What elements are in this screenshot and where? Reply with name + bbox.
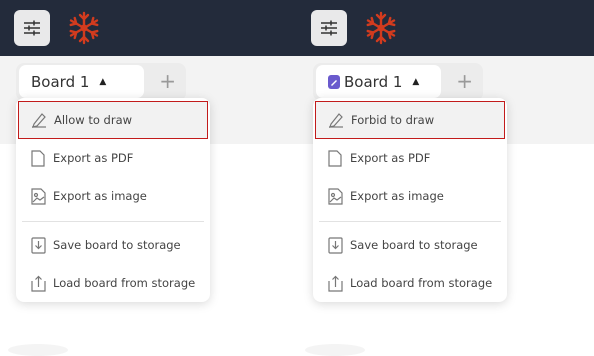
caret-up-icon[interactable]: ▲ (99, 77, 106, 87)
menu-item-export-pdf[interactable]: Export as PDF (313, 139, 507, 177)
board-tab[interactable]: Board 1 ▲ (316, 65, 441, 98)
board-tab-label: Board 1 (31, 72, 90, 91)
snowflake-icon (69, 11, 99, 45)
menu-divider (319, 221, 501, 222)
settings-button[interactable] (14, 10, 50, 46)
pen-icon (328, 111, 344, 129)
menu-item-toggle-draw[interactable]: Allow to draw (18, 101, 208, 139)
menu-item-label: Save board to storage (350, 238, 478, 252)
file-icon (327, 149, 343, 167)
faint-shadow (8, 344, 68, 356)
menu-item-save-storage[interactable]: Save board to storage (313, 226, 507, 264)
board-menu: Forbid to draw Export as PDF Export as i… (313, 98, 507, 302)
menu-divider (22, 221, 204, 222)
sliders-icon (24, 20, 40, 36)
faint-shadow (305, 344, 365, 356)
file-icon (30, 149, 46, 167)
menu-item-export-pdf[interactable]: Export as PDF (16, 139, 210, 177)
menu-item-label: Load board from storage (53, 276, 196, 290)
sliders-icon (321, 20, 337, 36)
board-tabs-bar: Board 1 ▲ + (313, 63, 483, 101)
save-icon (30, 236, 46, 254)
draw-lock-icon (328, 74, 340, 89)
panel-left: Board 1 ▲ + Allow to draw Export as PDF … (0, 0, 297, 356)
menu-item-save-storage[interactable]: Save board to storage (16, 226, 210, 264)
menu-item-label: Export as PDF (350, 151, 431, 165)
save-icon (327, 236, 343, 254)
menu-item-label: Export as image (53, 189, 147, 203)
settings-button[interactable] (311, 10, 347, 46)
menu-item-load-storage[interactable]: Load board from storage (313, 264, 507, 302)
menu-item-label: Export as image (350, 189, 444, 203)
menu-item-toggle-draw[interactable]: Forbid to draw (315, 101, 505, 139)
board-tab-label: Board 1 (344, 72, 403, 91)
snowflake-icon (366, 11, 396, 45)
menu-item-load-storage[interactable]: Load board from storage (16, 264, 210, 302)
menu-item-label: Allow to draw (54, 113, 133, 127)
add-board-button[interactable]: + (456, 70, 473, 92)
caret-up-icon[interactable]: ▲ (412, 77, 419, 87)
menu-item-export-image[interactable]: Export as image (313, 177, 507, 215)
upload-icon (30, 274, 46, 292)
menu-item-label: Export as PDF (53, 151, 134, 165)
menu-item-export-image[interactable]: Export as image (16, 177, 210, 215)
menu-item-label: Load board from storage (350, 276, 493, 290)
image-icon (30, 187, 46, 205)
board-tab[interactable]: Board 1 ▲ (19, 65, 144, 98)
upload-icon (327, 274, 343, 292)
board-menu: Allow to draw Export as PDF Export as im… (16, 98, 210, 302)
menu-item-label: Save board to storage (53, 238, 181, 252)
panel-right: Board 1 ▲ + Forbid to draw Export as PDF… (297, 0, 594, 356)
menu-item-label: Forbid to draw (351, 113, 435, 127)
board-tabs-bar: Board 1 ▲ + (16, 63, 186, 101)
pen-icon (31, 111, 47, 129)
image-icon (327, 187, 343, 205)
add-board-button[interactable]: + (159, 70, 176, 92)
